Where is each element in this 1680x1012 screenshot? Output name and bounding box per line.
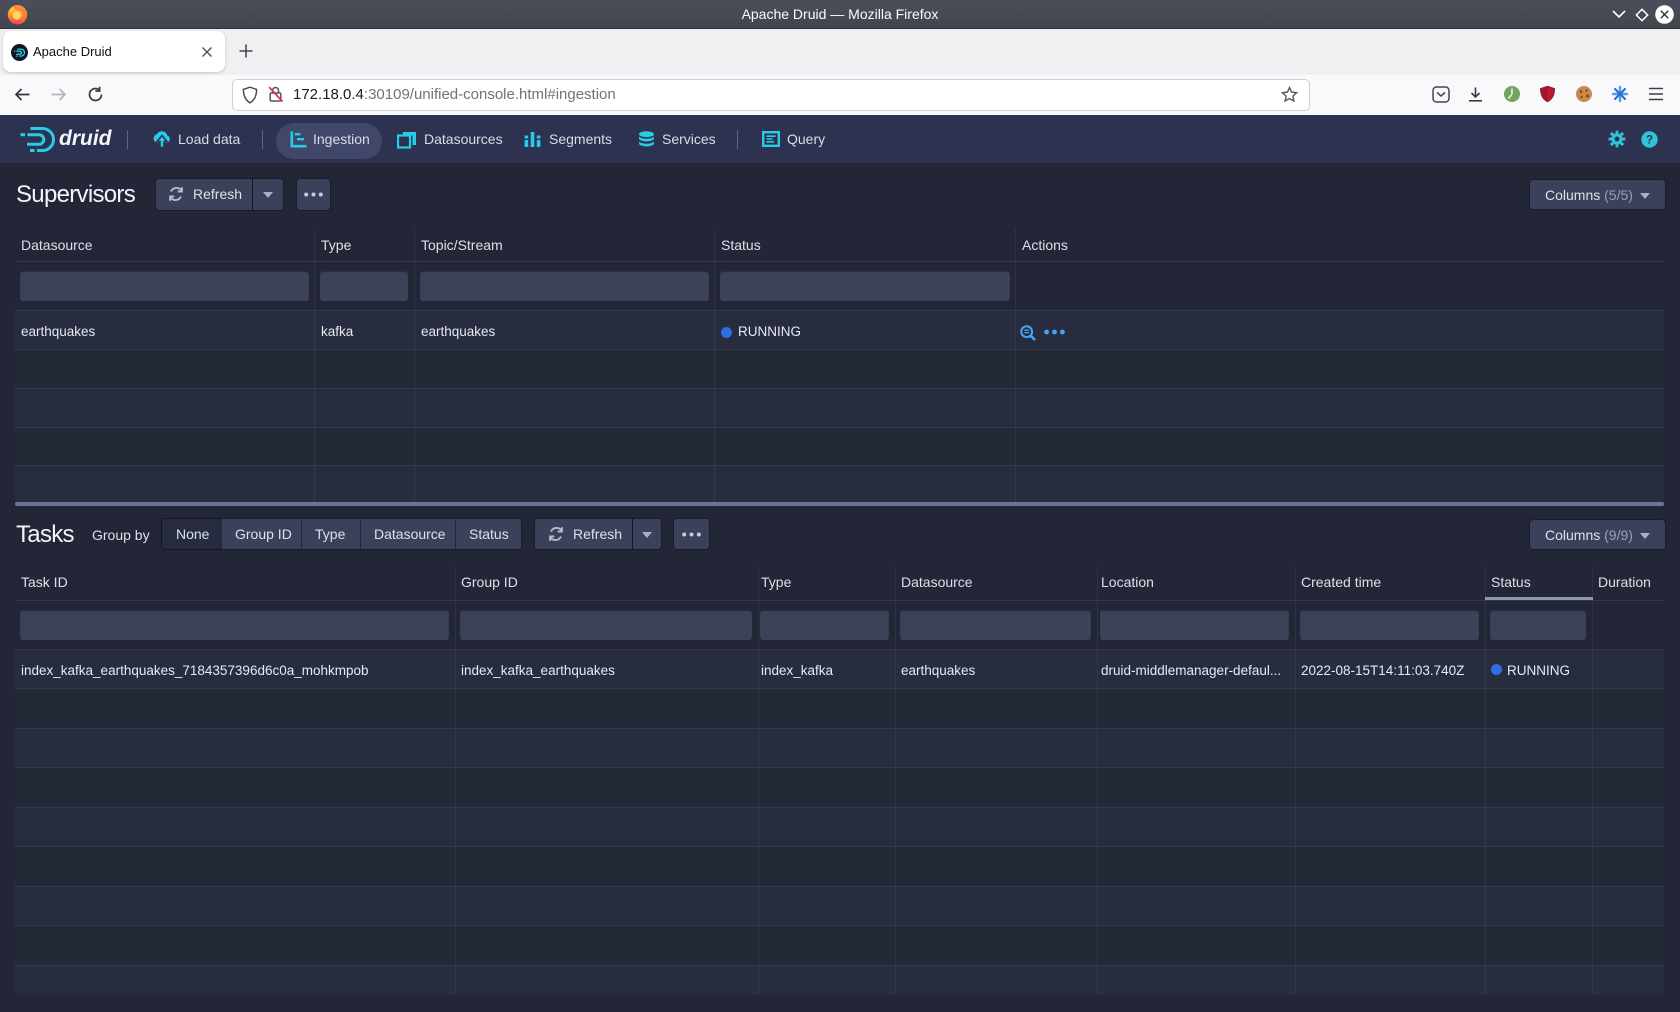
svg-text:?: ? [1646,135,1653,147]
